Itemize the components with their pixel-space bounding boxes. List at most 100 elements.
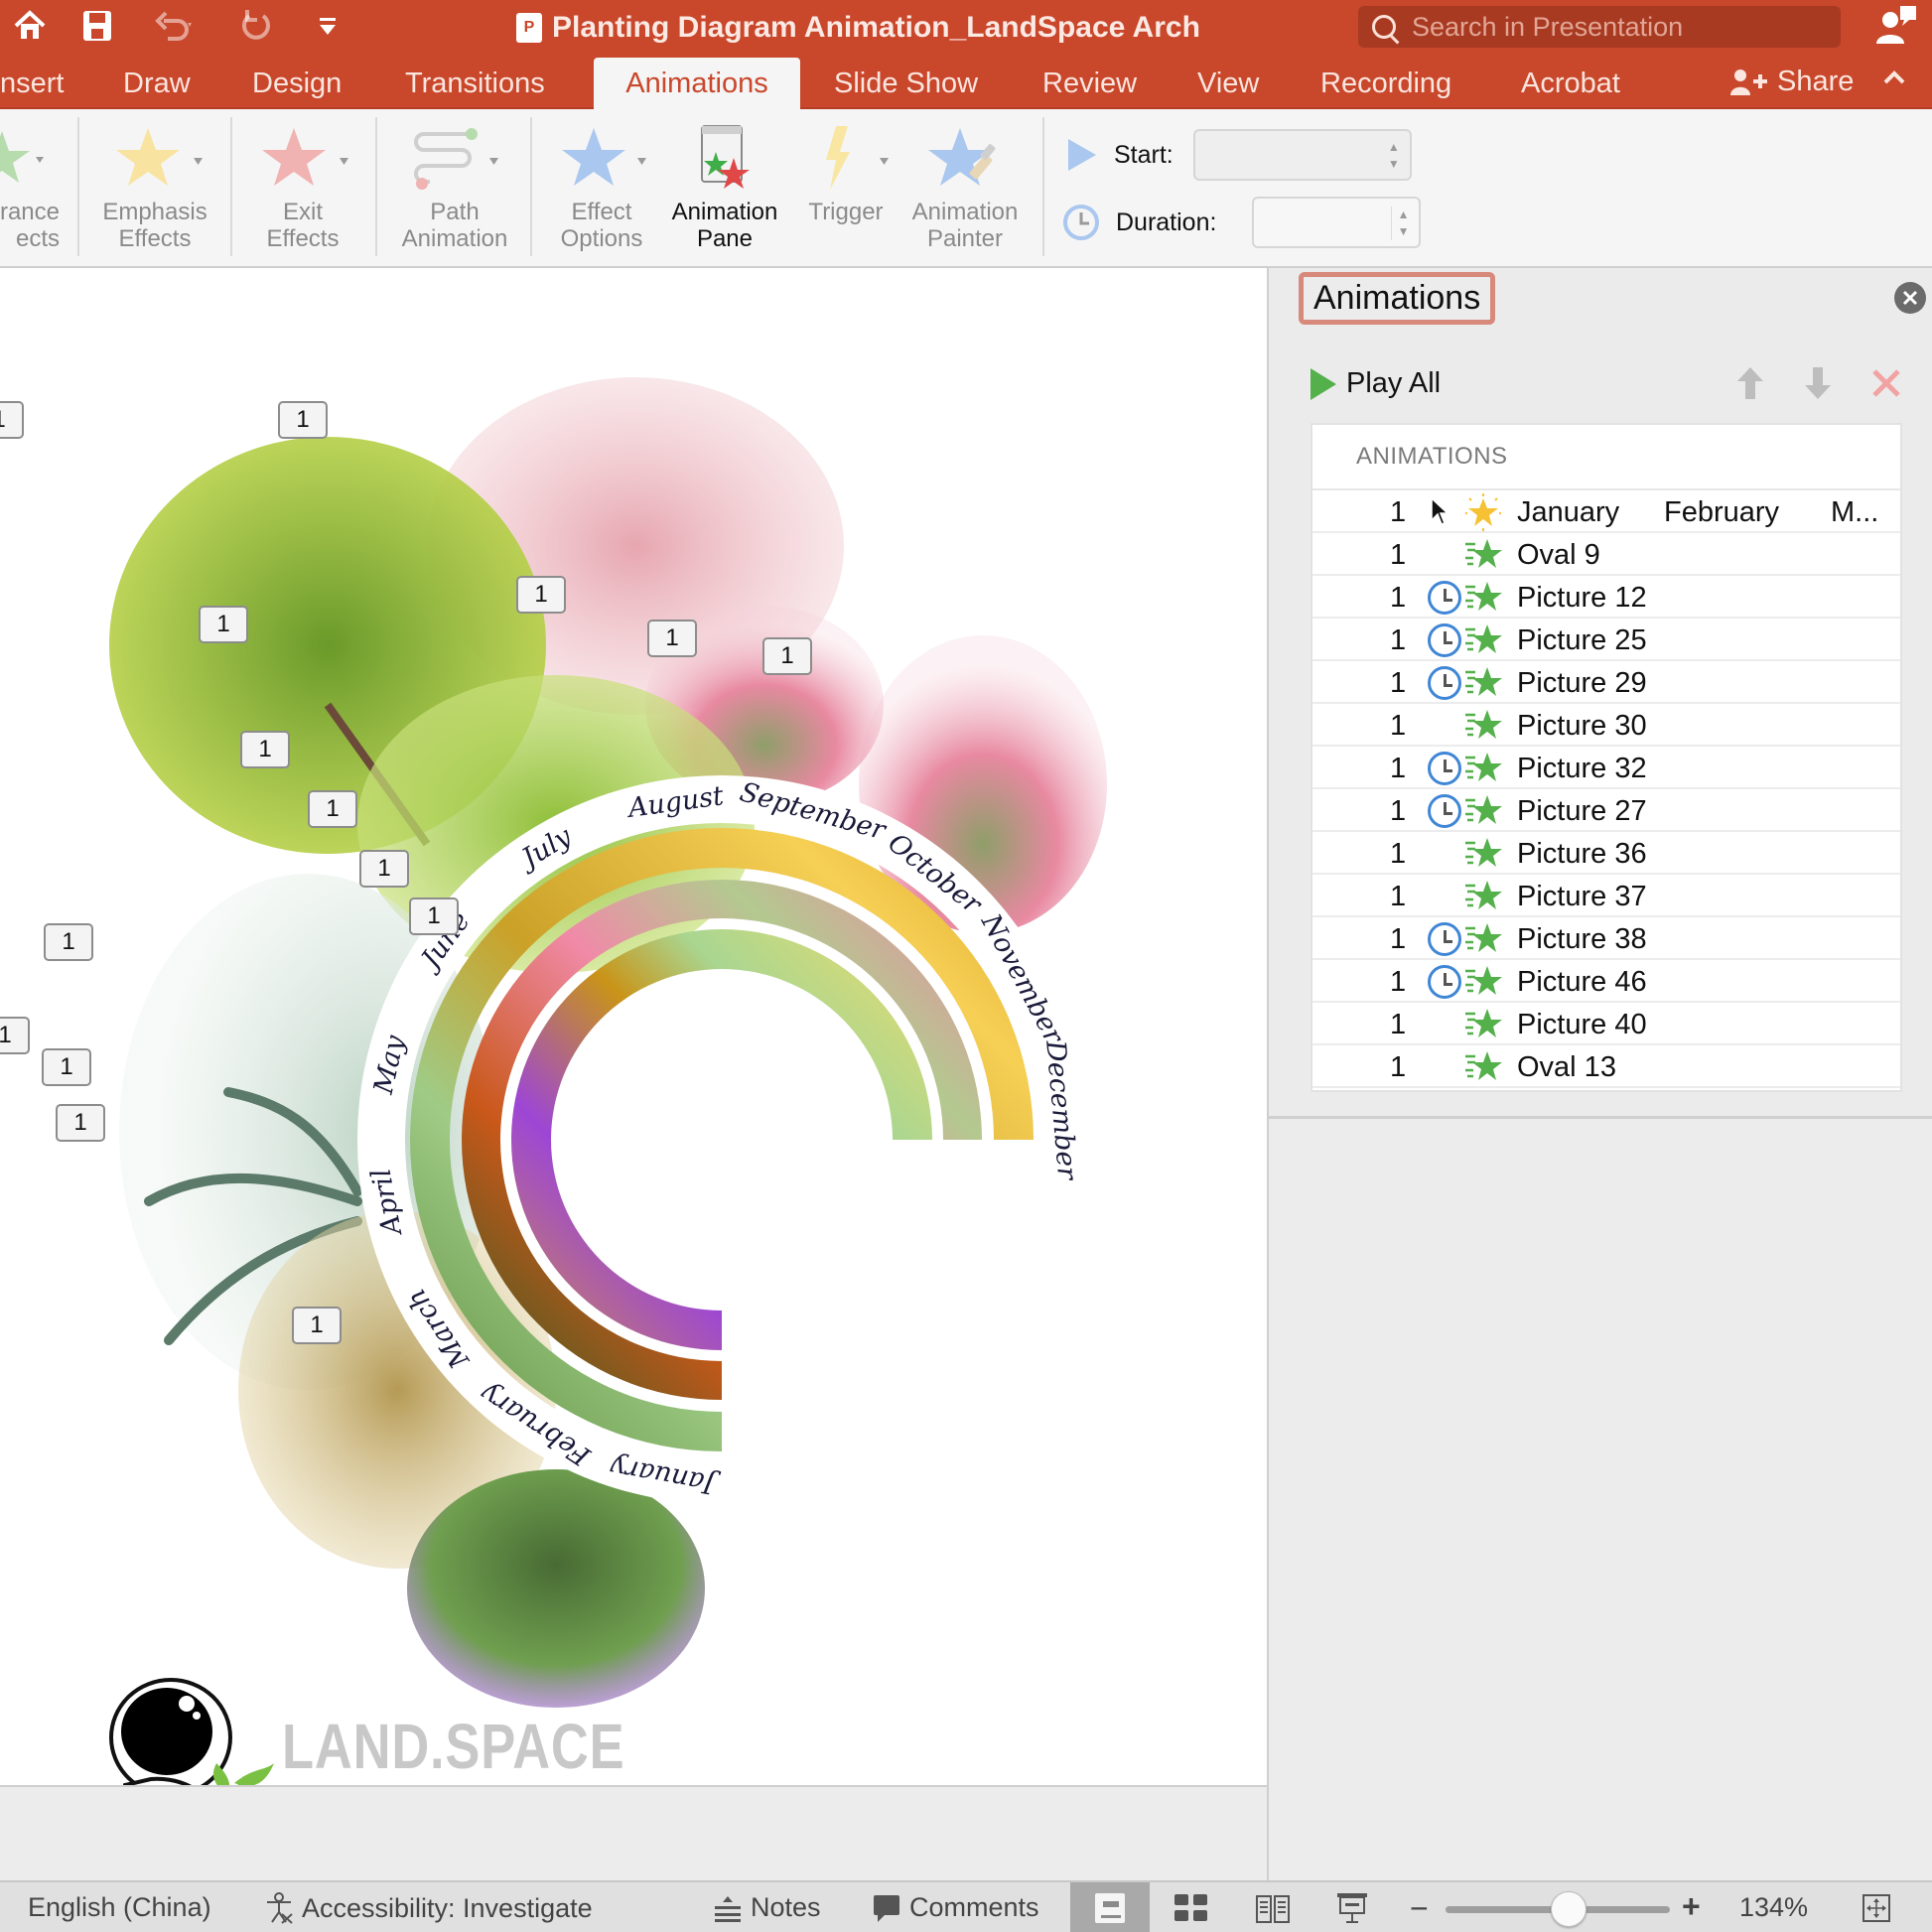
animation-pane-button[interactable]: Animation Pane	[663, 119, 786, 258]
tab-transitions[interactable]: Transitions	[379, 58, 571, 109]
duration-stepper-icon[interactable]: ▲ ▼	[1390, 207, 1409, 240]
move-up-button[interactable]	[1735, 365, 1765, 410]
animation-target-name: Picture 12	[1517, 582, 1647, 614]
tab-review[interactable]: Review	[1017, 58, 1163, 109]
entrance-label-2: ects	[15, 225, 60, 252]
tab-recording[interactable]: Recording	[1295, 58, 1477, 109]
remove-animation-button[interactable]	[1870, 365, 1902, 410]
slide-canvas[interactable]: January February March April May June July Augu…	[0, 268, 1267, 1787]
animation-list-item[interactable]: 1 Oval 13	[1312, 1045, 1900, 1088]
tab-animations[interactable]: Animations	[594, 58, 800, 109]
account-icon[interactable]	[1874, 4, 1918, 48]
animation-tag[interactable]: 1	[42, 1048, 91, 1086]
animation-list-item[interactable]: 1 Picture 37	[1312, 875, 1900, 917]
animation-painter-button[interactable]: Animation Painter	[903, 119, 1027, 258]
tab-acrobat[interactable]: Acrobat	[1495, 58, 1646, 109]
entrance-effect-icon	[1463, 878, 1503, 915]
ribbon-separator	[230, 117, 232, 256]
slide-sorter-view-button[interactable]	[1152, 1882, 1231, 1932]
effect-options-button[interactable]: Effect Options	[548, 119, 655, 258]
duration-input[interactable]: ▲ ▼	[1252, 197, 1422, 248]
animation-order: 1	[1390, 795, 1407, 827]
comments-button[interactable]: Comments	[872, 1892, 1039, 1923]
animation-tag[interactable]: 1	[0, 1017, 30, 1054]
redo-icon[interactable]	[234, 6, 278, 46]
animation-list-item[interactable]: 1 Picture 32	[1312, 747, 1900, 789]
animation-tag[interactable]: 1	[292, 1307, 342, 1344]
animation-target-name: Picture 30	[1517, 710, 1647, 742]
normal-view-button[interactable]	[1070, 1882, 1150, 1932]
animation-tag[interactable]: 1	[516, 576, 566, 614]
animation-order: 1	[1390, 881, 1407, 912]
tab-draw[interactable]: Draw	[97, 58, 216, 109]
animation-tag[interactable]: 1	[0, 401, 24, 439]
lavender-image[interactable]	[407, 1469, 705, 1708]
home-icon[interactable]	[8, 6, 52, 46]
customize-toolbar-icon[interactable]	[310, 6, 345, 46]
animation-target-name: Oval 13	[1517, 1051, 1616, 1083]
animation-list-item[interactable]: 1 Oval 9	[1312, 533, 1900, 576]
zoom-in-button[interactable]: +	[1682, 1888, 1701, 1925]
zoom-level[interactable]: 134%	[1739, 1892, 1808, 1923]
share-button[interactable]: Share	[1729, 58, 1854, 105]
animation-list-item[interactable]: 1 Picture 27	[1312, 789, 1900, 832]
animation-tag[interactable]: 1	[44, 923, 93, 961]
animation-painter-icon	[928, 128, 996, 186]
animation-list-item[interactable]: 1 Picture 40	[1312, 1003, 1900, 1045]
tab-design[interactable]: Design	[226, 58, 367, 109]
animation-tag[interactable]: 1	[56, 1104, 105, 1142]
animation-list-item[interactable]: 1 Picture 12	[1312, 576, 1900, 619]
undo-icon[interactable]	[145, 6, 205, 46]
animation-tag[interactable]: 1	[240, 731, 290, 768]
animation-list-item[interactable]: 1 Picture 30	[1312, 704, 1900, 747]
save-icon[interactable]	[75, 6, 119, 46]
title-bar: P Planting Diagram Animation_LandSpace A…	[0, 0, 1932, 54]
animation-tag[interactable]: 1	[308, 790, 357, 828]
animation-tag[interactable]: 1	[647, 620, 697, 657]
animation-tag[interactable]: 1	[199, 606, 248, 643]
slide-show-view-button[interactable]	[1312, 1882, 1392, 1932]
search-input[interactable]	[1412, 11, 1809, 43]
zoom-out-button[interactable]: −	[1410, 1890, 1429, 1927]
close-pane-button[interactable]	[1894, 282, 1926, 314]
move-down-button[interactable]	[1803, 365, 1833, 410]
tab-view[interactable]: View	[1172, 58, 1285, 109]
inner-season-arc[interactable]	[511, 929, 932, 1350]
animation-list-item[interactable]: 1 Picture 36	[1312, 832, 1900, 875]
trigger-button[interactable]: Trigger	[794, 119, 897, 258]
animation-order: 1	[1390, 838, 1407, 870]
add-person-icon	[1730, 69, 1767, 95]
animation-list-item[interactable]: 1 Picture 29	[1312, 661, 1900, 704]
animation-tag[interactable]: 1	[409, 897, 459, 935]
path-animation-button[interactable]: Path Animation	[393, 119, 516, 258]
start-stepper-icon[interactable]: ▲ ▼	[1388, 139, 1400, 173]
exit-effects-button[interactable]: Exit Effects	[248, 119, 357, 258]
tab-insert[interactable]: nsert	[0, 58, 89, 109]
start-select[interactable]: ▲ ▼	[1192, 129, 1412, 181]
animation-list-item[interactable]: 1 Picture 25	[1312, 619, 1900, 661]
play-all-button[interactable]: Play All	[1311, 367, 1441, 400]
animation-list-item[interactable]: 1 Picture 38	[1312, 917, 1900, 960]
entrance-effects-button[interactable]: rance ects	[0, 119, 60, 258]
notes-button[interactable]: Notes	[713, 1892, 821, 1923]
zoom-slider-handle[interactable]	[1551, 1891, 1587, 1927]
accessibility-button[interactable]: Accessibility: Investigate	[264, 1892, 593, 1924]
clock-icon	[1063, 205, 1099, 240]
motion-path-icon	[414, 128, 498, 190]
language-indicator[interactable]: English (China)	[28, 1892, 211, 1923]
outer-season-arc[interactable]	[410, 828, 1034, 1451]
fit-slide-button[interactable]	[1837, 1882, 1916, 1932]
animation-tag[interactable]: 1	[359, 850, 409, 888]
animation-list-item[interactable]: 1 January February M...	[1312, 490, 1900, 533]
effect-options-label-1: Effect	[571, 199, 632, 225]
search-box[interactable]	[1358, 6, 1841, 48]
animations-ribbon: rance ects Emphasis Effects Exit Effects Pa…	[0, 109, 1932, 268]
tab-slide-show[interactable]: Slide Show	[808, 58, 1004, 109]
animation-list-item[interactable]: 1 Picture 46	[1312, 960, 1900, 1003]
reading-view-button[interactable]	[1233, 1882, 1312, 1932]
emphasis-effects-button[interactable]: Emphasis Effects	[95, 119, 214, 258]
ribbon-tabs: nsert Draw Design Transitions Animations…	[0, 54, 1932, 109]
animation-tag[interactable]: 1	[762, 637, 812, 675]
animation-tag[interactable]: 1	[278, 401, 328, 439]
collapse-ribbon-icon[interactable]	[1882, 64, 1906, 94]
